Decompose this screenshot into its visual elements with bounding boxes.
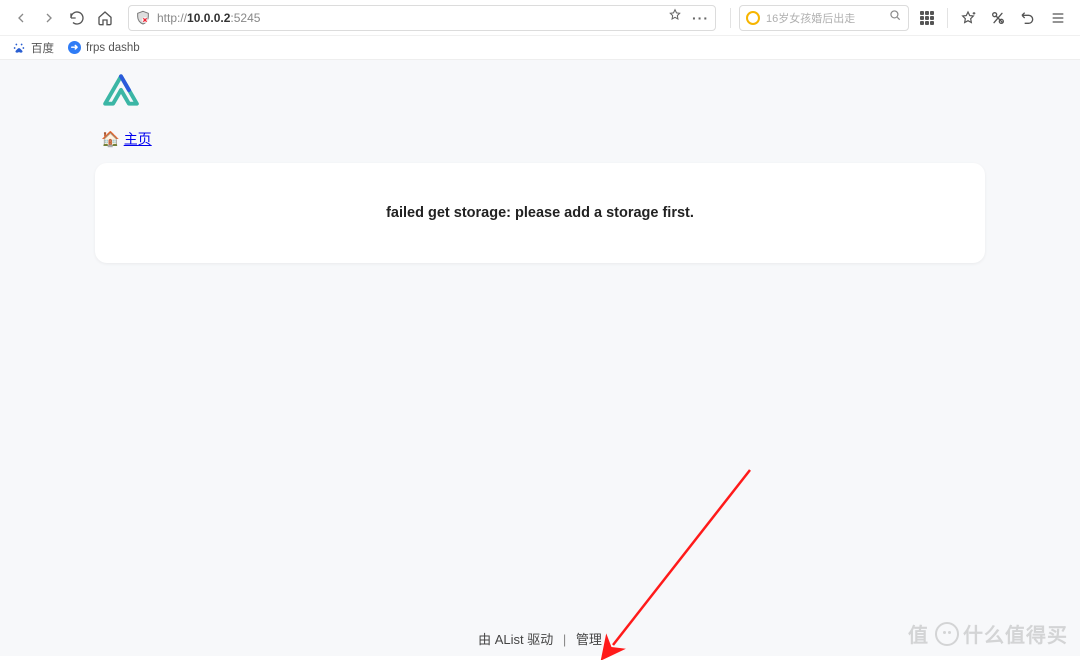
apps-grid-button[interactable] bbox=[915, 6, 939, 30]
search-engine-icon bbox=[746, 11, 760, 25]
baidu-icon bbox=[12, 41, 26, 55]
browser-toolbar: http://10.0.0.2:5245 ··· 16岁女孩婚后出走 bbox=[0, 0, 1080, 36]
favorites-button[interactable] bbox=[956, 6, 980, 30]
url-port: :5245 bbox=[230, 11, 260, 25]
apps-grid-icon bbox=[920, 11, 934, 25]
browser-search[interactable]: 16岁女孩婚后出走 bbox=[739, 5, 909, 31]
toolbar-separator bbox=[947, 8, 948, 28]
address-bar[interactable]: http://10.0.0.2:5245 ··· bbox=[128, 5, 716, 31]
bookmarks-bar: 百度 ➜ frps dashb bbox=[0, 36, 1080, 60]
admin-link[interactable]: 管理 bbox=[576, 632, 602, 647]
screenshot-button[interactable] bbox=[986, 6, 1010, 30]
breadcrumb-home[interactable]: 主页 bbox=[124, 129, 152, 149]
toolbar-separator bbox=[730, 8, 731, 28]
powered-by-link[interactable]: 由 AList 驱动 bbox=[478, 632, 553, 647]
reload-button[interactable] bbox=[66, 7, 88, 29]
alist-logo[interactable] bbox=[103, 74, 985, 111]
error-message: failed get storage: please add a storage… bbox=[115, 205, 965, 221]
url-scheme: http:// bbox=[157, 11, 187, 25]
shield-icon bbox=[135, 10, 151, 26]
star-icon[interactable] bbox=[668, 8, 682, 27]
bookmark-label: 百度 bbox=[31, 40, 54, 56]
home-button[interactable] bbox=[94, 7, 116, 29]
message-card: failed get storage: please add a storage… bbox=[95, 163, 985, 263]
bookmark-label: frps dashb bbox=[86, 42, 140, 54]
breadcrumb: 🏠 主页 bbox=[101, 129, 985, 149]
back-button[interactable] bbox=[10, 7, 32, 29]
footer-separator: | bbox=[563, 632, 566, 647]
frps-icon: ➜ bbox=[68, 41, 81, 54]
undo-button[interactable] bbox=[1016, 6, 1040, 30]
menu-button[interactable] bbox=[1046, 6, 1070, 30]
content-container: 🏠 主页 failed get storage: please add a st… bbox=[95, 60, 985, 263]
forward-button[interactable] bbox=[38, 7, 60, 29]
page-footer: 由 AList 驱动 | 管理 bbox=[0, 629, 1080, 648]
url-display: http://10.0.0.2:5245 bbox=[157, 11, 662, 25]
search-placeholder: 16岁女孩婚后出走 bbox=[766, 10, 882, 26]
page: 🏠 主页 failed get storage: please add a st… bbox=[0, 60, 1080, 656]
address-bar-actions: ··· bbox=[668, 8, 709, 27]
more-icon[interactable]: ··· bbox=[692, 10, 709, 26]
url-host: 10.0.0.2 bbox=[187, 11, 230, 25]
bookmark-baidu[interactable]: 百度 bbox=[12, 40, 54, 56]
home-icon: 🏠 bbox=[101, 132, 120, 147]
search-icon[interactable] bbox=[888, 8, 902, 27]
bookmark-frps[interactable]: ➜ frps dashb bbox=[68, 41, 140, 54]
